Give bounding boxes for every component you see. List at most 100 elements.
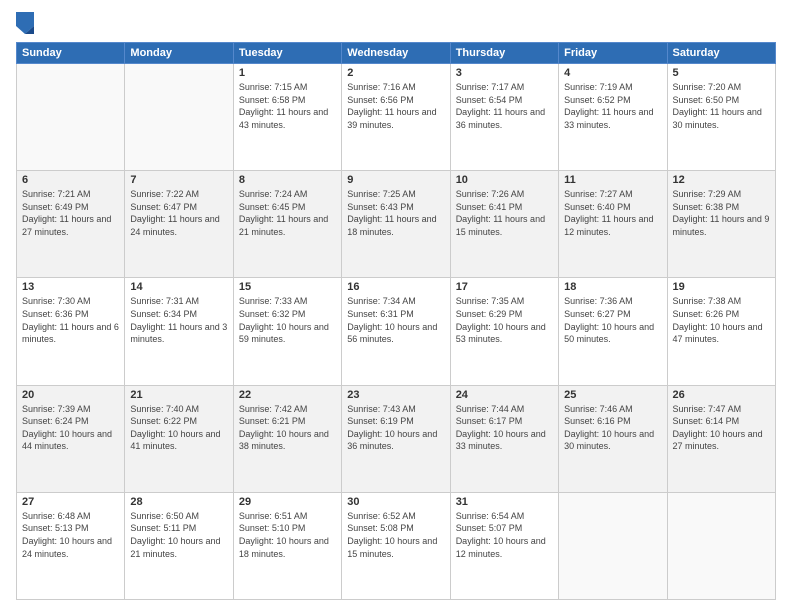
- calendar-day-cell: 13 Sunrise: 7:30 AMSunset: 6:36 PMDayligh…: [17, 278, 125, 385]
- day-info: Sunrise: 7:21 AMSunset: 6:49 PMDaylight:…: [22, 188, 119, 238]
- calendar-day-cell: 9 Sunrise: 7:25 AMSunset: 6:43 PMDaylight…: [342, 171, 450, 278]
- calendar-day-cell: 7 Sunrise: 7:22 AMSunset: 6:47 PMDaylight…: [125, 171, 233, 278]
- calendar-week-row: 27 Sunrise: 6:48 AMSunset: 5:13 PMDayligh…: [17, 492, 776, 599]
- calendar-day-cell: [559, 492, 667, 599]
- day-info: Sunrise: 7:44 AMSunset: 6:17 PMDaylight:…: [456, 403, 553, 453]
- day-number: 12: [673, 174, 770, 186]
- calendar-week-row: 1 Sunrise: 7:15 AMSunset: 6:58 PMDaylight…: [17, 64, 776, 171]
- calendar-week-row: 13 Sunrise: 7:30 AMSunset: 6:36 PMDayligh…: [17, 278, 776, 385]
- page-header: [16, 12, 776, 34]
- calendar-day-cell: 14 Sunrise: 7:31 AMSunset: 6:34 PMDayligh…: [125, 278, 233, 385]
- calendar-day-cell: 17 Sunrise: 7:35 AMSunset: 6:29 PMDayligh…: [450, 278, 558, 385]
- day-number: 16: [347, 281, 444, 293]
- day-info: Sunrise: 7:38 AMSunset: 6:26 PMDaylight:…: [673, 295, 770, 345]
- day-number: 18: [564, 281, 661, 293]
- calendar-day-cell: 22 Sunrise: 7:42 AMSunset: 6:21 PMDayligh…: [233, 385, 341, 492]
- calendar-day-cell: 30 Sunrise: 6:52 AMSunset: 5:08 PMDayligh…: [342, 492, 450, 599]
- day-number: 28: [130, 496, 227, 508]
- day-info: Sunrise: 7:33 AMSunset: 6:32 PMDaylight:…: [239, 295, 336, 345]
- calendar-day-cell: 23Sunrise: 7:43 AMSunset: 6:19 PMDayligh…: [342, 385, 450, 492]
- weekday-header-row: SundayMondayTuesdayWednesdayThursdayFrid…: [17, 43, 776, 64]
- day-info: Sunrise: 7:26 AMSunset: 6:41 PMDaylight:…: [456, 188, 553, 238]
- day-number: 13: [22, 281, 119, 293]
- day-number: 3: [456, 67, 553, 79]
- calendar-day-cell: 31Sunrise: 6:54 AMSunset: 5:07 PMDayligh…: [450, 492, 558, 599]
- calendar-day-cell: 5Sunrise: 7:20 AMSunset: 6:50 PMDaylight…: [667, 64, 775, 171]
- calendar-day-cell: 24 Sunrise: 7:44 AMSunset: 6:17 PMDayligh…: [450, 385, 558, 492]
- day-number: 27: [22, 496, 119, 508]
- weekday-header-saturday: Saturday: [667, 43, 775, 64]
- weekday-header-thursday: Thursday: [450, 43, 558, 64]
- day-info: Sunrise: 7:27 AMSunset: 6:40 PMDaylight:…: [564, 188, 661, 238]
- calendar-day-cell: 25 Sunrise: 7:46 AMSunset: 6:16 PMDayligh…: [559, 385, 667, 492]
- day-number: 1: [239, 67, 336, 79]
- day-number: 11: [564, 174, 661, 186]
- day-number: 4: [564, 67, 661, 79]
- day-number: 17: [456, 281, 553, 293]
- day-info: Sunrise: 7:30 AMSunset: 6:36 PMDaylight:…: [22, 295, 119, 345]
- day-number: 22: [239, 389, 336, 401]
- calendar-day-cell: 11 Sunrise: 7:27 AMSunset: 6:40 PMDayligh…: [559, 171, 667, 278]
- day-number: 20: [22, 389, 119, 401]
- weekday-header-sunday: Sunday: [17, 43, 125, 64]
- calendar-day-cell: 27 Sunrise: 6:48 AMSunset: 5:13 PMDayligh…: [17, 492, 125, 599]
- day-info: Sunrise: 6:51 AMSunset: 5:10 PMDaylight:…: [239, 510, 336, 560]
- day-info: Sunrise: 7:40 AMSunset: 6:22 PMDaylight:…: [130, 403, 227, 453]
- calendar-day-cell: 19 Sunrise: 7:38 AMSunset: 6:26 PMDayligh…: [667, 278, 775, 385]
- day-info: Sunrise: 6:54 AMSunset: 5:07 PMDaylight:…: [456, 510, 553, 560]
- weekday-header-tuesday: Tuesday: [233, 43, 341, 64]
- calendar-day-cell: 18Sunrise: 7:36 AMSunset: 6:27 PMDayligh…: [559, 278, 667, 385]
- calendar-day-cell: 26Sunrise: 7:47 AMSunset: 6:14 PMDayligh…: [667, 385, 775, 492]
- day-info: Sunrise: 7:42 AMSunset: 6:21 PMDaylight:…: [239, 403, 336, 453]
- day-info: Sunrise: 7:20 AMSunset: 6:50 PMDaylight:…: [673, 81, 770, 131]
- day-info: Sunrise: 7:39 AMSunset: 6:24 PMDaylight:…: [22, 403, 119, 453]
- day-info: Sunrise: 6:52 AMSunset: 5:08 PMDaylight:…: [347, 510, 444, 560]
- calendar-week-row: 6Sunrise: 7:21 AMSunset: 6:49 PMDaylight…: [17, 171, 776, 278]
- day-info: Sunrise: 7:46 AMSunset: 6:16 PMDaylight:…: [564, 403, 661, 453]
- logo: [16, 12, 38, 34]
- day-info: Sunrise: 7:35 AMSunset: 6:29 PMDaylight:…: [456, 295, 553, 345]
- weekday-header-friday: Friday: [559, 43, 667, 64]
- day-info: Sunrise: 6:50 AMSunset: 5:11 PMDaylight:…: [130, 510, 227, 560]
- day-info: Sunrise: 7:24 AMSunset: 6:45 PMDaylight:…: [239, 188, 336, 238]
- day-number: 26: [673, 389, 770, 401]
- day-info: Sunrise: 7:25 AMSunset: 6:43 PMDaylight:…: [347, 188, 444, 238]
- calendar-day-cell: 2 Sunrise: 7:16 AMSunset: 6:56 PMDaylight…: [342, 64, 450, 171]
- calendar-day-cell: [125, 64, 233, 171]
- calendar-day-cell: [17, 64, 125, 171]
- calendar-day-cell: 16Sunrise: 7:34 AMSunset: 6:31 PMDayligh…: [342, 278, 450, 385]
- day-info: Sunrise: 7:22 AMSunset: 6:47 PMDaylight:…: [130, 188, 227, 238]
- day-number: 23: [347, 389, 444, 401]
- calendar-day-cell: 28 Sunrise: 6:50 AMSunset: 5:11 PMDayligh…: [125, 492, 233, 599]
- day-number: 7: [130, 174, 227, 186]
- day-number: 29: [239, 496, 336, 508]
- calendar-day-cell: 3 Sunrise: 7:17 AMSunset: 6:54 PMDaylight…: [450, 64, 558, 171]
- calendar-day-cell: 10Sunrise: 7:26 AMSunset: 6:41 PMDayligh…: [450, 171, 558, 278]
- calendar-table: SundayMondayTuesdayWednesdayThursdayFrid…: [16, 42, 776, 600]
- day-number: 24: [456, 389, 553, 401]
- day-info: Sunrise: 7:17 AMSunset: 6:54 PMDaylight:…: [456, 81, 553, 131]
- calendar-day-cell: 12 Sunrise: 7:29 AMSunset: 6:38 PMDayligh…: [667, 171, 775, 278]
- calendar-day-cell: 1 Sunrise: 7:15 AMSunset: 6:58 PMDaylight…: [233, 64, 341, 171]
- day-info: Sunrise: 7:15 AMSunset: 6:58 PMDaylight:…: [239, 81, 336, 131]
- day-info: Sunrise: 7:19 AMSunset: 6:52 PMDaylight:…: [564, 81, 661, 131]
- day-info: Sunrise: 6:48 AMSunset: 5:13 PMDaylight:…: [22, 510, 119, 560]
- calendar-day-cell: 20 Sunrise: 7:39 AMSunset: 6:24 PMDayligh…: [17, 385, 125, 492]
- day-number: 2: [347, 67, 444, 79]
- day-info: Sunrise: 7:16 AMSunset: 6:56 PMDaylight:…: [347, 81, 444, 131]
- weekday-header-monday: Monday: [125, 43, 233, 64]
- day-info: Sunrise: 7:29 AMSunset: 6:38 PMDaylight:…: [673, 188, 770, 238]
- day-number: 30: [347, 496, 444, 508]
- calendar-day-cell: 29 Sunrise: 6:51 AMSunset: 5:10 PMDayligh…: [233, 492, 341, 599]
- day-number: 19: [673, 281, 770, 293]
- day-number: 21: [130, 389, 227, 401]
- logo-icon: [16, 12, 34, 34]
- calendar-day-cell: 4 Sunrise: 7:19 AMSunset: 6:52 PMDaylight…: [559, 64, 667, 171]
- day-number: 25: [564, 389, 661, 401]
- day-number: 14: [130, 281, 227, 293]
- calendar-day-cell: 15 Sunrise: 7:33 AMSunset: 6:32 PMDayligh…: [233, 278, 341, 385]
- calendar-day-cell: 6Sunrise: 7:21 AMSunset: 6:49 PMDaylight…: [17, 171, 125, 278]
- day-number: 9: [347, 174, 444, 186]
- day-number: 15: [239, 281, 336, 293]
- day-info: Sunrise: 7:31 AMSunset: 6:34 PMDaylight:…: [130, 295, 227, 345]
